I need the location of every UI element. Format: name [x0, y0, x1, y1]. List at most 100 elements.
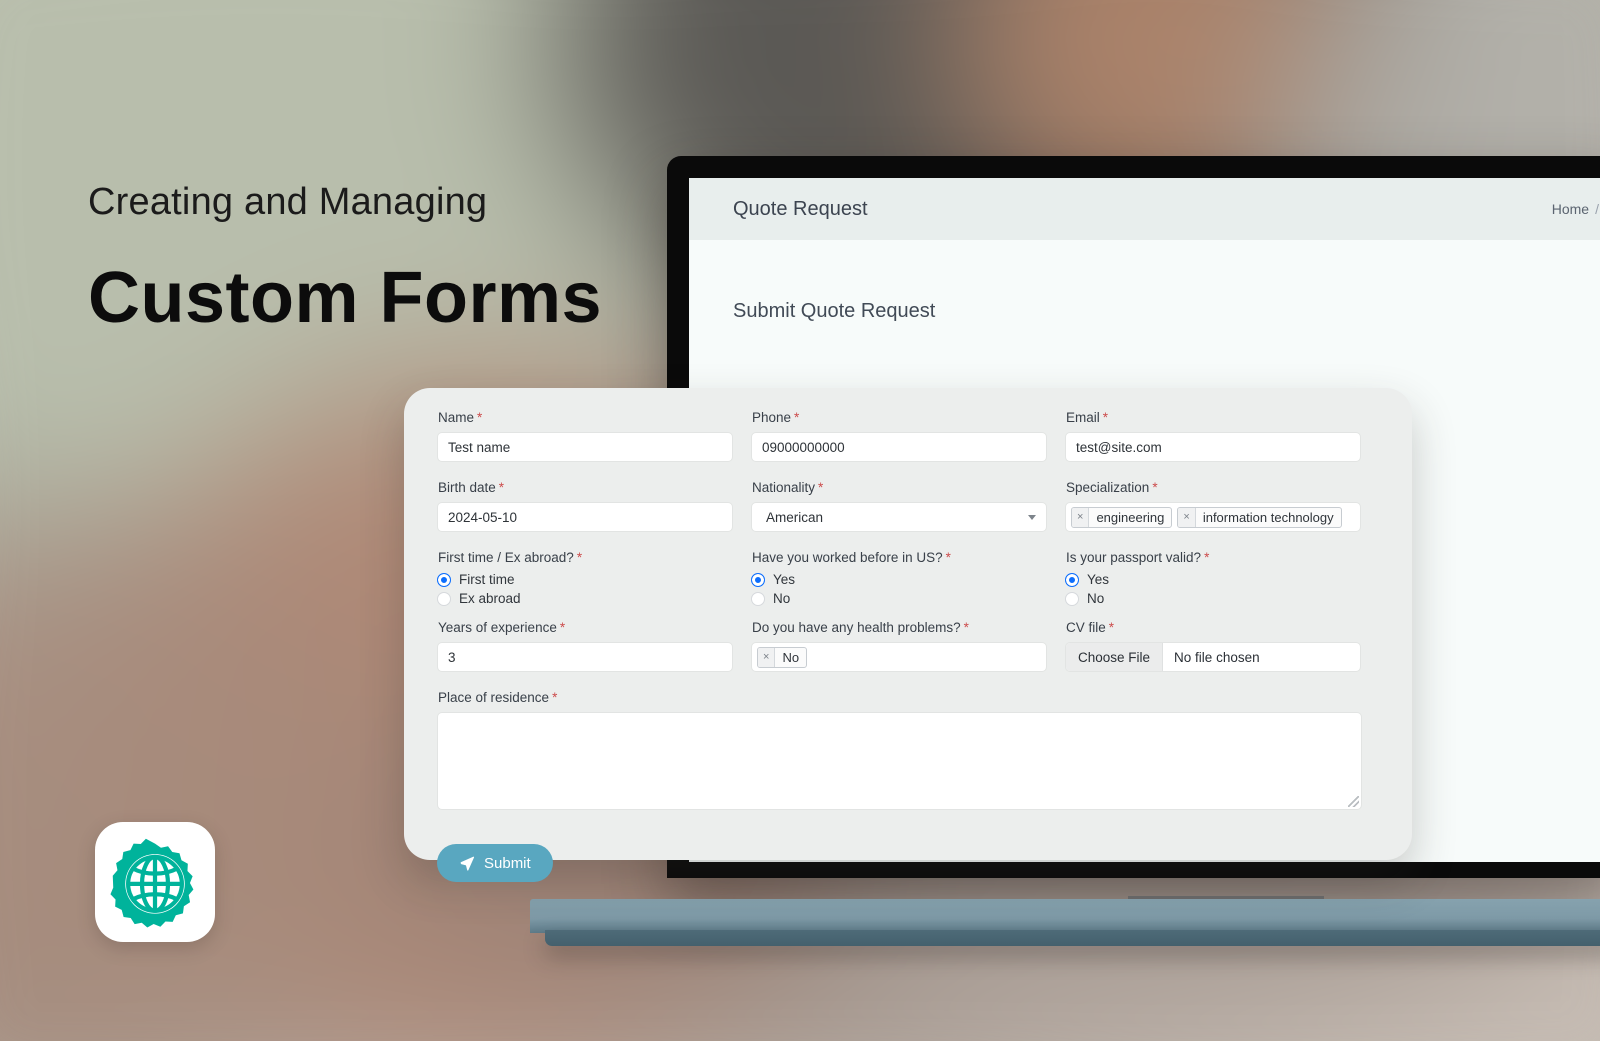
email-input[interactable]: test@site.com: [1065, 432, 1361, 462]
field-email: Email * test@site.com: [1065, 410, 1361, 462]
years-experience-input[interactable]: 3: [437, 642, 733, 672]
chevron-down-icon: [1028, 514, 1036, 520]
birth-date-input[interactable]: 2024-05-10: [437, 502, 733, 532]
tag-chip: × engineering: [1071, 506, 1173, 528]
quote-request-form-card: Name * Test name Phone * 09000000000 Email…: [404, 388, 1412, 882]
form-grid: Name * Test name Phone * 09000000000 Email…: [437, 410, 1382, 882]
laptop-base: [530, 899, 1600, 933]
globe-gear-icon: [107, 834, 203, 930]
field-phone: Phone * 09000000000: [751, 410, 1047, 462]
field-health-problems: Do you have any health problems? * × No: [751, 620, 1047, 672]
required-marker: *: [559, 620, 566, 635]
section-heading: Submit Quote Request: [733, 300, 936, 322]
radio-option-first-time[interactable]: First time: [437, 572, 733, 587]
radio-indicator: [437, 591, 451, 606]
laptop-base-lip: [545, 930, 1600, 946]
radio-indicator: [1065, 591, 1079, 606]
health-problems-tag-input[interactable]: × No: [751, 642, 1047, 672]
label-specialization: Specialization *: [1066, 480, 1158, 495]
radio-option-worked-yes[interactable]: Yes: [751, 572, 1047, 587]
radio-indicator: [437, 572, 451, 587]
label-health-problems: Do you have any health problems? *: [752, 620, 969, 635]
remove-tag-icon[interactable]: ×: [1178, 507, 1196, 527]
form-actions: Submit: [437, 828, 1361, 882]
radio-option-passport-yes[interactable]: Yes: [1065, 572, 1361, 587]
name-input[interactable]: Test name: [437, 432, 733, 462]
field-passport-valid: Is your passport valid? * Yes No: [1065, 550, 1361, 606]
breadcrumb: Home /: [1552, 201, 1600, 217]
cv-file-input[interactable]: Choose File No file chosen: [1065, 642, 1361, 672]
label-name: Name *: [438, 410, 483, 425]
breadcrumb-item-home[interactable]: Home: [1552, 201, 1589, 217]
label-passport-valid: Is your passport valid? *: [1066, 550, 1210, 565]
tag-label: No: [782, 649, 800, 665]
required-marker: *: [477, 410, 483, 425]
radio-label: Ex abroad: [459, 591, 521, 606]
radio-label: First time: [459, 572, 515, 587]
label-cv-file: CV file *: [1066, 620, 1115, 635]
radio-label: Yes: [773, 572, 796, 587]
app-logo-tile: [95, 822, 215, 942]
required-marker: *: [794, 410, 800, 425]
specialization-tag-input[interactable]: × engineering × information technology: [1065, 502, 1361, 532]
choose-file-button[interactable]: Choose File: [1066, 643, 1164, 671]
field-specialization: Specialization * × engineering × informat…: [1065, 480, 1361, 532]
radio-indicator: [751, 591, 765, 606]
required-marker: *: [576, 550, 583, 565]
chosen-file-name: No file chosen: [1174, 649, 1260, 665]
breadcrumb-separator: /: [1595, 201, 1599, 217]
radio-option-passport-no[interactable]: No: [1065, 591, 1361, 606]
label-phone: Phone *: [752, 410, 800, 425]
hero-kicker: Creating and Managing: [88, 181, 488, 223]
radio-indicator: [751, 572, 765, 587]
label-first-time-ex-abroad: First time / Ex abroad? *: [438, 550, 583, 565]
label-worked-before-us: Have you worked before in US? *: [752, 550, 951, 565]
required-marker: *: [1152, 480, 1158, 495]
radio-label: No: [1087, 591, 1105, 606]
required-marker: *: [945, 550, 951, 565]
hero-title: Custom Forms: [88, 257, 603, 338]
field-cv-file: CV file * Choose File No file chosen: [1065, 620, 1361, 672]
submit-button[interactable]: Submit: [437, 844, 553, 882]
label-email: Email *: [1066, 410, 1109, 425]
paper-plane-icon: [459, 855, 475, 871]
field-worked-before-us: Have you worked before in US? * Yes No: [751, 550, 1047, 606]
field-years-experience: Years of experience * 3: [437, 620, 733, 672]
field-name: Name * Test name: [437, 410, 733, 462]
required-marker: *: [1108, 620, 1115, 635]
poster-canvas: Creating and Managing Custom Forms Quote…: [0, 0, 1600, 1041]
submit-button-label: Submit: [484, 854, 531, 872]
required-marker: *: [552, 690, 558, 705]
field-first-time-ex-abroad: First time / Ex abroad? * First time Ex a…: [437, 550, 733, 606]
radio-option-ex-abroad[interactable]: Ex abroad: [437, 591, 733, 606]
required-marker: *: [1102, 410, 1109, 425]
radio-option-worked-no[interactable]: No: [751, 591, 1047, 606]
required-marker: *: [498, 480, 505, 495]
place-of-residence-textarea[interactable]: [437, 712, 1362, 810]
page-title: Quote Request: [733, 197, 868, 220]
phone-input[interactable]: 09000000000: [751, 432, 1047, 462]
required-marker: *: [963, 620, 969, 635]
label-place-of-residence: Place of residence *: [438, 690, 558, 705]
tag-chip: × No: [757, 646, 808, 668]
resize-handle-icon[interactable]: [1348, 796, 1359, 807]
radio-label: Yes: [1087, 572, 1110, 587]
field-place-of-residence: Place of residence *: [437, 690, 1362, 810]
remove-tag-icon[interactable]: ×: [758, 647, 776, 667]
radio-indicator: [1065, 572, 1079, 587]
page-body: Submit Quote Request: [689, 240, 1600, 323]
label-years-experience: Years of experience *: [438, 620, 566, 635]
field-nationality: Nationality * American: [751, 480, 1047, 532]
app-topbar: Quote Request Home /: [689, 178, 1600, 240]
hero-headline: Creating and Managing Custom Forms: [88, 181, 708, 338]
remove-tag-icon[interactable]: ×: [1072, 507, 1090, 527]
tag-chip: × information technology: [1177, 506, 1342, 528]
radio-label: No: [773, 591, 791, 606]
nationality-selected-value: American: [766, 509, 824, 525]
label-birth-date: Birth date *: [438, 480, 505, 495]
nationality-select[interactable]: American: [751, 502, 1047, 532]
tag-label: engineering: [1096, 509, 1165, 525]
field-birth-date: Birth date * 2024-05-10: [437, 480, 733, 532]
required-marker: *: [818, 480, 824, 495]
required-marker: *: [1204, 550, 1210, 565]
